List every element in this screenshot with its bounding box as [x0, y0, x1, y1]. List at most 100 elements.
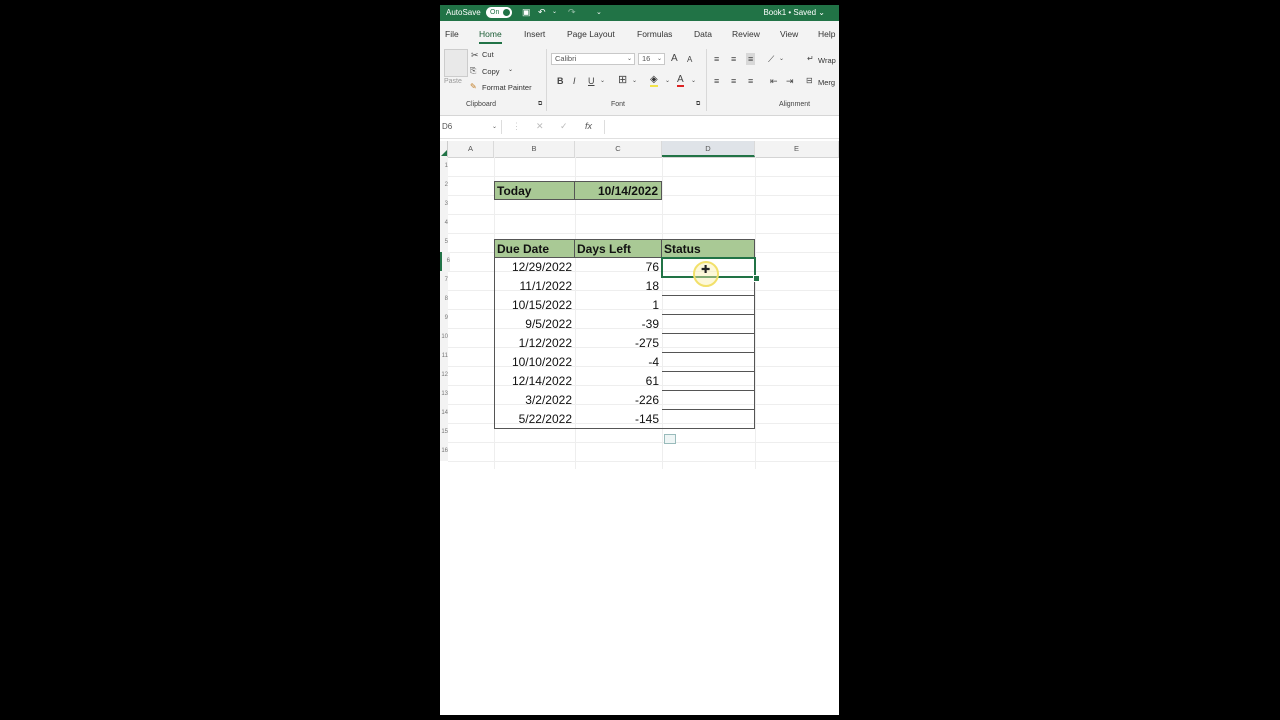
days-left-cell[interactable]: 76 [575, 258, 662, 277]
days-left-cell[interactable]: 1 [575, 296, 662, 315]
header-days-left[interactable]: Days Left [574, 239, 662, 258]
row-header[interactable]: 15 [440, 423, 448, 442]
cut-button[interactable]: Cut [482, 50, 494, 59]
paste-icon[interactable] [444, 49, 468, 77]
underline-icon[interactable]: U [588, 76, 595, 86]
borders-icon[interactable]: ⊞ [618, 75, 627, 86]
status-cell[interactable] [662, 315, 755, 334]
paste-label[interactable]: Paste [444, 78, 462, 85]
due-date-cell[interactable]: 3/2/2022 [494, 391, 575, 410]
format-painter-button[interactable]: Format Painter [482, 83, 532, 92]
days-left-cell[interactable]: 18 [575, 277, 662, 296]
row-header[interactable]: 7 [440, 271, 448, 290]
font-color-icon[interactable]: A [677, 75, 684, 87]
due-date-cell[interactable]: 5/22/2022 [494, 410, 575, 429]
row-header[interactable]: 14 [440, 404, 448, 423]
due-date-cell[interactable]: 12/29/2022 [494, 258, 575, 277]
header-due-date[interactable]: Due Date [494, 239, 575, 258]
font-size-dropdown[interactable]: 16 ⌄ [638, 53, 665, 65]
days-left-cell[interactable]: -145 [575, 410, 662, 429]
row-header[interactable]: 5 [440, 233, 448, 252]
fill-color-icon[interactable]: ◈ [650, 75, 658, 87]
status-cell[interactable] [662, 353, 755, 372]
decrease-indent-icon[interactable]: ⇤ [770, 76, 778, 86]
column-header-b[interactable]: B [494, 141, 575, 157]
tab-page-layout[interactable]: Page Layout [567, 29, 615, 39]
autosave-toggle[interactable]: On [486, 7, 512, 18]
merge-center-icon[interactable]: ⊟ [806, 76, 813, 86]
wrap-text-icon[interactable]: ↵ [807, 54, 814, 64]
fill-handle[interactable] [753, 275, 760, 282]
tab-data[interactable]: Data [694, 29, 712, 39]
cancel-icon[interactable]: ✕ [536, 121, 544, 132]
undo-icon[interactable]: ↶ [538, 7, 546, 18]
tab-formulas[interactable]: Formulas [637, 29, 672, 39]
align-right-icon[interactable]: ≡ [748, 76, 753, 86]
days-left-cell[interactable]: -226 [575, 391, 662, 410]
days-left-cell[interactable]: -4 [575, 353, 662, 372]
column-header-c[interactable]: C [575, 141, 662, 157]
top-align-icon[interactable]: ≡ [714, 54, 719, 64]
row-header[interactable]: 4 [440, 214, 448, 233]
tab-view[interactable]: View [780, 29, 798, 39]
italic-icon[interactable]: I [573, 76, 576, 86]
bottom-align-icon[interactable]: ≡ [746, 53, 756, 65]
quick-analysis-icon[interactable] [664, 434, 676, 444]
tab-help[interactable]: Help [818, 29, 835, 39]
tab-review[interactable]: Review [732, 29, 760, 39]
due-date-cell[interactable]: 1/12/2022 [494, 334, 575, 353]
formula-input[interactable] [604, 120, 835, 134]
merge-center-button[interactable]: Merg [818, 78, 835, 87]
clipboard-launcher-icon[interactable]: ⧉ [538, 101, 542, 108]
tab-file[interactable]: File [445, 29, 459, 39]
font-color-dropdown-icon[interactable]: ⌄ [691, 76, 696, 86]
enter-icon[interactable]: ✓ [560, 121, 568, 132]
row-header[interactable]: 6 [440, 252, 450, 271]
column-header-a[interactable]: A [448, 141, 494, 157]
status-cell[interactable] [662, 410, 755, 429]
tab-home[interactable]: Home [479, 29, 502, 44]
underline-dropdown-icon[interactable]: ⌄ [600, 76, 605, 86]
row-header[interactable]: 1 [440, 157, 448, 176]
status-cell[interactable] [662, 334, 755, 353]
name-box[interactable]: D6 ⌄ [440, 120, 502, 134]
select-all-corner[interactable] [440, 141, 448, 157]
days-left-cell[interactable]: -39 [575, 315, 662, 334]
row-header[interactable]: 12 [440, 366, 448, 385]
customize-qat-icon[interactable]: ⌄ [596, 7, 602, 18]
column-header-e[interactable]: E [755, 141, 839, 157]
redo-icon[interactable]: ↷ [568, 7, 576, 18]
copy-button[interactable]: Copy [482, 67, 500, 76]
orientation-icon[interactable]: ⟋ [768, 54, 774, 64]
row-header[interactable]: 11 [440, 347, 448, 366]
document-title[interactable]: Book1 • Saved ⌄ [763, 8, 825, 17]
header-status[interactable]: Status [661, 239, 755, 258]
bold-icon[interactable]: B [557, 76, 564, 86]
column-header-d[interactable]: D [662, 141, 755, 157]
increase-font-size-icon[interactable]: A [671, 54, 678, 64]
days-left-cell[interactable]: -275 [575, 334, 662, 353]
decrease-font-size-icon[interactable]: A [687, 55, 692, 65]
undo-dropdown-icon[interactable]: ⌄ [552, 7, 557, 18]
row-header[interactable]: 16 [440, 442, 448, 461]
today-date-cell[interactable]: 10/14/2022 [574, 181, 662, 200]
due-date-cell[interactable]: 9/5/2022 [494, 315, 575, 334]
row-header[interactable]: 13 [440, 385, 448, 404]
fill-color-dropdown-icon[interactable]: ⌄ [665, 76, 670, 86]
borders-dropdown-icon[interactable]: ⌄ [632, 76, 637, 86]
due-date-cell[interactable]: 12/14/2022 [494, 372, 575, 391]
row-header[interactable]: 10 [440, 328, 448, 347]
align-left-icon[interactable]: ≡ [714, 76, 719, 86]
wrap-text-button[interactable]: Wrap [818, 56, 836, 65]
status-cell[interactable] [662, 372, 755, 391]
status-cell[interactable] [662, 296, 755, 315]
font-name-dropdown[interactable]: Calibri ⌄ [551, 53, 635, 65]
due-date-cell[interactable]: 11/1/2022 [494, 277, 575, 296]
due-date-cell[interactable]: 10/15/2022 [494, 296, 575, 315]
align-center-icon[interactable]: ≡ [731, 76, 736, 86]
increase-indent-icon[interactable]: ⇥ [786, 76, 794, 86]
copy-dropdown-icon[interactable]: ⌄ [508, 66, 513, 73]
row-header[interactable]: 2 [440, 176, 448, 195]
font-launcher-icon[interactable]: ⧉ [696, 101, 700, 108]
today-label-cell[interactable]: Today [494, 181, 575, 200]
